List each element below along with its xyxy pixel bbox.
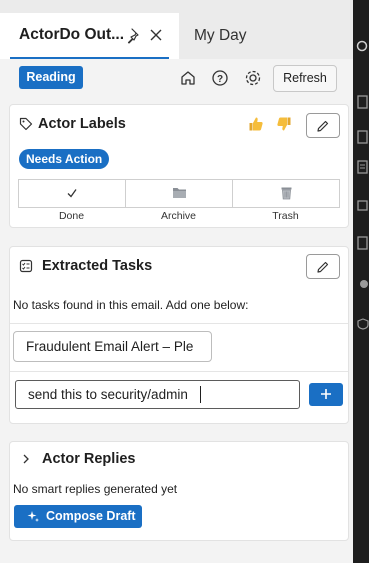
tab-actordo-outlook[interactable]: ActorDo Out... (0, 13, 179, 59)
search-icon[interactable] (356, 40, 368, 52)
folder-icon (173, 188, 186, 198)
divider (10, 323, 348, 324)
grid-icon[interactable] (357, 200, 369, 212)
new-task-input[interactable] (15, 380, 300, 409)
archive-button[interactable] (126, 180, 233, 207)
text-caret (200, 386, 201, 403)
label-actions-segment (18, 179, 340, 208)
pencil-icon (317, 261, 329, 273)
no-tasks-message: No tasks found in this email. Add one be… (13, 298, 249, 312)
no-replies-message: No smart replies generated yet (13, 482, 178, 496)
tasks-icon (19, 259, 33, 273)
pencil-icon (317, 120, 329, 132)
tag-icon (19, 117, 33, 131)
book-icon[interactable] (357, 236, 369, 250)
thumbs-up-icon[interactable] (248, 116, 264, 132)
document-icon[interactable] (357, 95, 369, 109)
thumbs-down-icon[interactable] (276, 116, 292, 132)
right-activity-bar (353, 0, 369, 563)
sparkle-icon (27, 511, 39, 522)
trash-label: Trash (272, 210, 299, 222)
settings-icon[interactable] (244, 69, 262, 87)
divider (10, 371, 348, 372)
add-in-pane: Reading ? Refresh Actor Labels Needs Act… (0, 59, 353, 563)
edit-labels-button[interactable] (306, 113, 340, 138)
trash-button[interactable] (233, 180, 339, 207)
close-icon[interactable] (148, 27, 164, 43)
svg-text:?: ? (217, 74, 223, 85)
refresh-button[interactable]: Refresh (273, 65, 337, 92)
suggested-task-item[interactable]: Fraudulent Email Alert – Ple (13, 331, 212, 362)
pin-icon[interactable] (125, 27, 143, 45)
status-badge: Needs Action (19, 149, 110, 169)
add-task-button[interactable] (309, 383, 343, 406)
actor-labels-card: Actor Labels Needs Action Done Archive T… (9, 104, 349, 228)
extracted-tasks-card: Extracted Tasks No tasks found in this e… (9, 246, 349, 424)
extracted-tasks-title: Extracted Tasks (42, 258, 153, 274)
shield-icon[interactable] (357, 318, 369, 330)
done-label: Done (58, 210, 85, 222)
actor-labels-title: Actor Labels (38, 116, 126, 132)
tab-label: ActorDo Out... (19, 26, 125, 43)
check-icon (67, 189, 77, 198)
home-icon[interactable] (179, 69, 197, 87)
actor-replies-title: Actor Replies (42, 451, 136, 467)
trash-icon (281, 187, 292, 200)
compose-draft-label: Compose Draft (46, 509, 136, 523)
suggested-task-text: Fraudulent Email Alert – Ple (26, 339, 194, 354)
actor-replies-card: Actor Replies No smart replies generated… (9, 441, 349, 541)
archive-label: Archive (160, 210, 196, 222)
plus-icon (321, 389, 331, 399)
file-icon[interactable] (357, 160, 369, 174)
tab-my-day[interactable]: My Day (194, 27, 247, 45)
compose-draft-button[interactable]: Compose Draft (14, 505, 142, 528)
edit-tasks-button[interactable] (306, 254, 340, 279)
help-icon[interactable]: ? (211, 69, 229, 87)
document-icon[interactable] (357, 130, 369, 144)
tab-bar: ActorDo Out... My Day (0, 0, 353, 59)
done-button[interactable] (19, 180, 126, 207)
mode-badge: Reading (19, 66, 83, 89)
chevron-right-icon[interactable] (20, 453, 32, 465)
cloud-icon[interactable] (357, 278, 369, 290)
